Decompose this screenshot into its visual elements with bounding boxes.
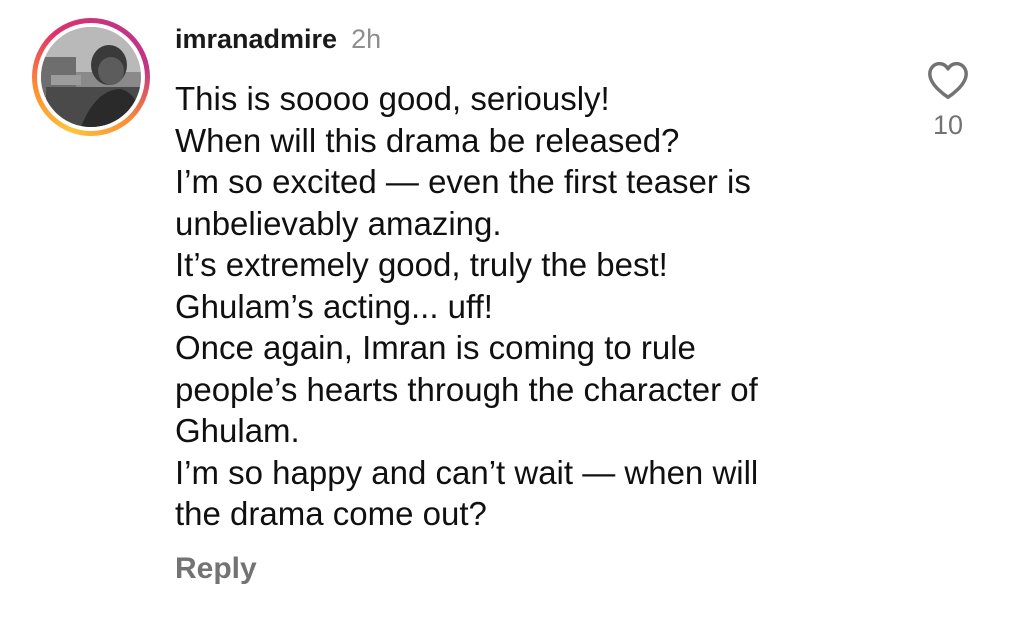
comment: imranadmire 2h This is soooo good, serio… xyxy=(175,24,915,535)
comment-line: It’s extremely good, truly the best! xyxy=(175,246,668,283)
comment-line: people’s hearts through the character of xyxy=(175,370,758,408)
comment-line: Ghulam. xyxy=(175,412,300,449)
comment-line: This is soooo good, seriously! xyxy=(175,80,610,117)
comment-line: Ghulam’s acting... uff! xyxy=(175,287,493,325)
avatar-ring-gap xyxy=(37,23,145,131)
comment-line: When will this drama be released? xyxy=(175,121,680,159)
like-count: 10 xyxy=(932,110,964,140)
timestamp: 2h xyxy=(351,24,382,54)
comment-line: I’m so excited — even the first teaser i… xyxy=(175,163,751,200)
reply-button[interactable]: Reply xyxy=(175,552,257,586)
comment-line: unbelievably amazing. xyxy=(175,204,502,242)
comment-text: This is soooo good, seriously! When will… xyxy=(175,78,915,535)
avatar-story-ring[interactable] xyxy=(32,18,150,136)
avatar[interactable] xyxy=(41,27,141,127)
comment-header: imranadmire 2h xyxy=(175,24,915,64)
like-button[interactable]: 10 xyxy=(920,60,976,141)
comment-line: Once again, Imran is coming to rule xyxy=(175,329,696,366)
username[interactable]: imranadmire xyxy=(175,24,337,55)
heart-outline-icon[interactable] xyxy=(926,60,970,100)
comment-line: the drama come out? xyxy=(175,495,487,532)
comment-line: I’m so happy and can’t wait — when will xyxy=(175,453,759,491)
